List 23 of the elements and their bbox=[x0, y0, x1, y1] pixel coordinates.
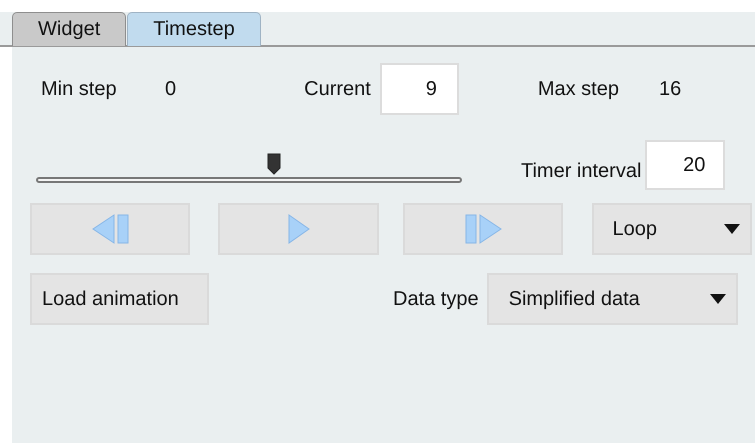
dropdown-caret-icon bbox=[724, 224, 740, 234]
step-back-icon bbox=[92, 214, 129, 244]
play-button[interactable] bbox=[218, 203, 379, 255]
data-type-dropdown[interactable]: Simplified data bbox=[486, 273, 738, 325]
min-step-label: Min step bbox=[41, 78, 118, 100]
step-forward-button[interactable] bbox=[402, 203, 564, 255]
current-input[interactable]: 9 bbox=[380, 63, 459, 115]
loop-dropdown[interactable]: Loop bbox=[592, 203, 752, 255]
data-type-label: Data type bbox=[393, 288, 479, 310]
timer-interval-label: Timer interval bbox=[521, 160, 642, 182]
load-animation-button[interactable]: Load animation bbox=[30, 273, 209, 325]
current-label: Current bbox=[304, 78, 371, 100]
play-icon bbox=[288, 214, 310, 244]
step-forward-icon bbox=[464, 214, 502, 244]
step-back-button[interactable] bbox=[30, 203, 190, 255]
max-step-label: Max step bbox=[538, 78, 619, 100]
min-step-value: 0 bbox=[165, 78, 176, 100]
max-step-value: 16 bbox=[658, 78, 682, 100]
slider-thumb[interactable] bbox=[267, 153, 282, 175]
dropdown-caret-icon bbox=[710, 294, 726, 304]
tab[interactable]: Timestep bbox=[127, 12, 261, 46]
tab[interactable]: Widget bbox=[12, 12, 126, 46]
timer-interval-input[interactable]: 20 bbox=[645, 140, 726, 190]
